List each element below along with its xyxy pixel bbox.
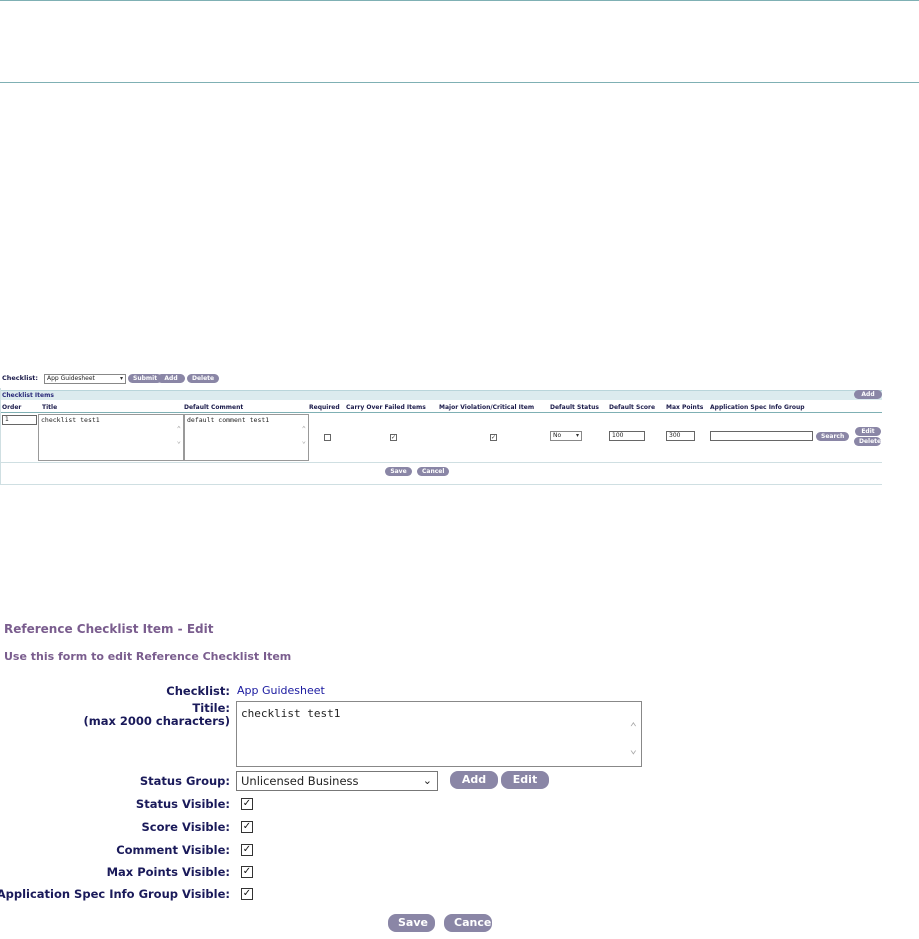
header-max-points: Max Points	[666, 404, 704, 411]
cancel-button[interactable]: Cancel	[444, 914, 495, 932]
status-visible-label: Status Visible:	[135, 797, 230, 811]
asi-visible-label: Application Spec Info Group Visible:	[0, 887, 230, 901]
chevron-down-icon: ⌄	[422, 774, 432, 787]
header-carry-over: Carry Over Failed Items	[346, 404, 426, 411]
section-title: Checklist Items	[2, 392, 54, 399]
top-border	[0, 0, 919, 1]
title-textarea[interactable]: checklist test1 ⌃ ⌄	[38, 414, 184, 461]
mini-save-button[interactable]: Save	[385, 467, 412, 476]
delete-row-button[interactable]: Delete	[854, 437, 881, 446]
header-divider	[0, 82, 919, 83]
delete-checklist-button[interactable]: Delete	[187, 374, 220, 383]
checklist-select[interactable]: App Guidesheet ▾	[44, 374, 126, 384]
save-button[interactable]: Save	[388, 914, 435, 932]
max-points-visible-label: Max Points Visible:	[106, 865, 230, 879]
default-status-select[interactable]: No ▾	[550, 431, 582, 441]
order-input[interactable]: 1	[2, 415, 37, 425]
header-order: Order	[2, 404, 22, 411]
chevron-down-icon: ▾	[575, 432, 579, 439]
checklist-field-label: Checklist:	[166, 684, 230, 698]
panel-bottom-rule	[0, 484, 882, 485]
header-default-status: Default Status	[550, 404, 599, 411]
panel-left-rule	[0, 388, 1, 485]
asi-visible-checkbox[interactable]: ✓	[241, 888, 253, 900]
checklist-label: Checklist:	[2, 374, 39, 382]
search-button[interactable]: Search	[816, 432, 850, 441]
max-points-visible-checkbox[interactable]: ✓	[241, 866, 253, 878]
scroll-arrows-icon: ⌃ ⌄	[629, 720, 637, 756]
max-points-input[interactable]: 300	[666, 431, 695, 441]
status-group-add-button[interactable]: Add	[450, 771, 498, 789]
status-group-select[interactable]: Unlicensed Business ⌄	[236, 771, 438, 791]
default-score-input[interactable]: 100	[609, 431, 645, 441]
add-item-button[interactable]: Add	[854, 390, 882, 399]
mini-cancel-button[interactable]: Cancel	[417, 467, 450, 476]
comment-visible-checkbox[interactable]: ✓	[241, 844, 253, 856]
row-rule	[0, 462, 882, 463]
page-subtitle: Use this form to edit Reference Checklis…	[4, 650, 292, 663]
add-checklist-button[interactable]: Add	[157, 374, 185, 383]
carry-over-checkbox[interactable]: ✓	[390, 434, 397, 441]
title-text: checklist test1	[41, 416, 100, 424]
comment-text: default comment test1	[187, 416, 270, 424]
titile-text: checklist test1	[241, 707, 341, 720]
titile-textarea[interactable]: checklist test1 ⌃ ⌄	[236, 701, 642, 767]
status-group-value: Unlicensed Business	[241, 774, 359, 788]
default-status-value: No	[553, 432, 562, 439]
status-group-edit-button[interactable]: Edit	[501, 771, 549, 789]
header-major-violation: Major Violation/Critical Item	[439, 404, 535, 411]
score-visible-checkbox[interactable]: ✓	[241, 821, 253, 833]
chevron-down-icon: ▾	[119, 375, 123, 382]
header-default-comment: Default Comment	[184, 404, 244, 411]
checklist-items-section: Checklist Items	[0, 390, 882, 400]
header-title: Title	[42, 404, 58, 411]
titile-hint: (max 2000 characters)	[83, 714, 230, 728]
comment-textarea[interactable]: default comment test1 ⌃ ⌄	[184, 414, 309, 461]
comment-visible-label: Comment Visible:	[116, 843, 230, 857]
status-visible-checkbox[interactable]: ✓	[241, 798, 253, 810]
required-checkbox[interactable]	[324, 434, 331, 441]
titile-field-label: Titile:	[192, 701, 230, 715]
header-rule	[0, 412, 882, 413]
scroll-arrows-icon: ⌃ ⌄	[176, 425, 181, 445]
edit-row-button[interactable]: Edit	[855, 427, 881, 436]
checklist-link[interactable]: App Guidesheet	[237, 684, 325, 697]
major-violation-checkbox[interactable]: ✓	[490, 434, 497, 441]
header-required: Required	[309, 404, 340, 411]
header-default-score: Default Score	[609, 404, 656, 411]
header-asi-group: Application Spec Info Group	[710, 404, 805, 411]
asi-group-input[interactable]	[710, 431, 813, 441]
status-group-label: Status Group:	[139, 774, 230, 788]
scroll-arrows-icon: ⌃ ⌄	[301, 425, 306, 445]
score-visible-label: Score Visible:	[141, 820, 230, 834]
checklist-select-value: App Guidesheet	[47, 375, 95, 382]
page-title: Reference Checklist Item - Edit	[4, 622, 214, 636]
